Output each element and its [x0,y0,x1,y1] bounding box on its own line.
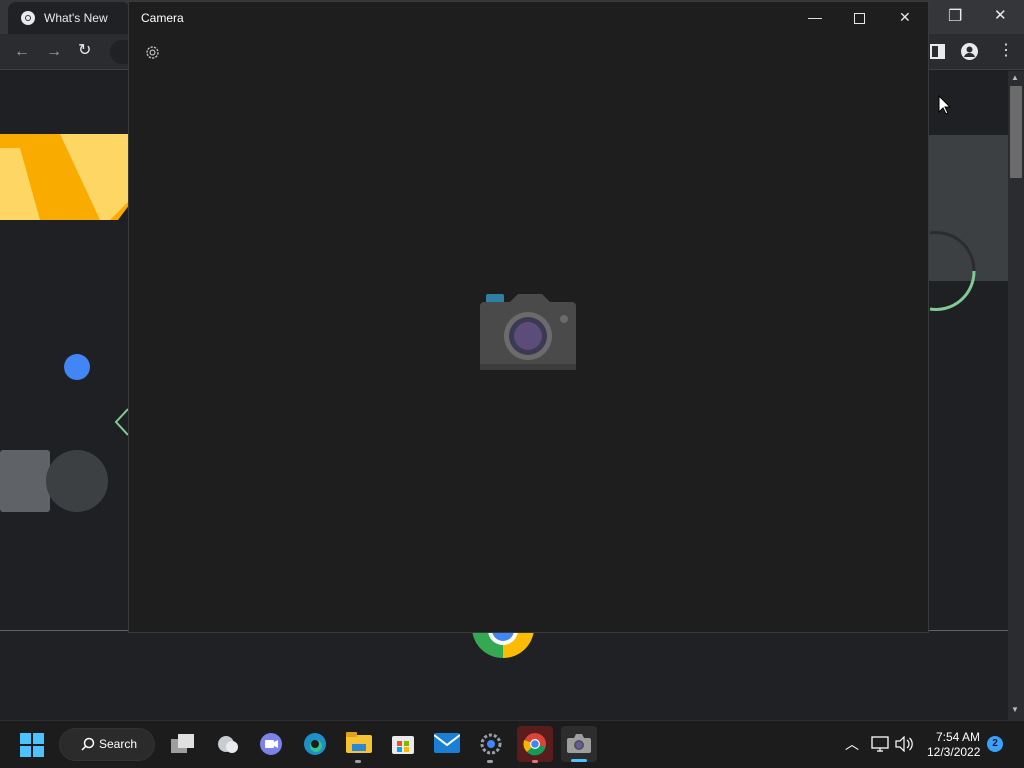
running-indicator [355,760,361,763]
omnibox[interactable] [110,40,130,64]
taskbar-search-label: Search [99,737,138,751]
camera-placeholder-icon [480,294,576,370]
chrome-tab-title: What's New [44,11,108,25]
chrome-logo-icon [21,11,35,25]
mouse-cursor-icon [938,95,952,115]
active-indicator [571,759,587,762]
start-icon[interactable] [20,733,44,757]
microsoft-store-icon[interactable] [391,731,415,755]
decorative-ring [929,231,976,311]
chrome-page-footer [0,630,1008,720]
chrome-app-icon [523,733,546,756]
maximize-icon[interactable] [854,13,865,24]
file-explorer-icon[interactable] [346,732,372,754]
clock-time[interactable]: 7:54 AM [936,730,980,744]
running-indicator [532,760,538,763]
decorative-blue-dot [64,354,90,380]
close-icon[interactable]: ✕ [899,10,911,24]
scroll-up-icon[interactable]: ▲ [1011,73,1019,82]
decorative-yellow-banner [0,134,130,220]
weather-icon[interactable] [216,733,240,755]
search-icon [81,737,95,751]
teams-chat-icon[interactable] [259,732,283,756]
decorative-gray-pill [0,450,108,512]
chevron-up-icon[interactable]: ︿ [845,734,859,754]
running-indicator [487,760,493,763]
chrome-tab[interactable]: What's New [8,2,130,34]
profile-icon[interactable] [961,43,978,60]
mail-icon[interactable] [434,733,460,753]
close-icon[interactable]: ✕ [994,8,1007,24]
settings-app-icon[interactable] [479,732,503,756]
scrollbar-thumb[interactable] [1010,86,1022,178]
camera-window-title: Camera [141,11,184,25]
menu-icon[interactable]: ⋮ [998,43,1014,59]
scroll-down-icon[interactable]: ▼ [1011,705,1019,714]
back-icon[interactable]: ← [14,44,30,60]
settings-icon[interactable] [144,44,161,61]
side-panel-icon[interactable] [930,44,945,59]
restore-icon[interactable]: ❐ [948,9,962,25]
minimize-icon[interactable]: — [808,10,822,24]
reload-icon[interactable]: ↻ [78,43,91,59]
notification-badge[interactable]: 2 [987,736,1003,752]
volume-icon[interactable] [895,736,913,752]
forward-icon[interactable]: → [46,44,62,60]
camera-app-icon [567,734,591,753]
network-icon[interactable] [871,736,889,752]
clock-date[interactable]: 12/3/2022 [927,745,980,759]
camera-window: Camera — ✕ [128,1,929,633]
task-view-icon[interactable] [171,733,195,755]
edge-icon[interactable] [303,732,327,756]
